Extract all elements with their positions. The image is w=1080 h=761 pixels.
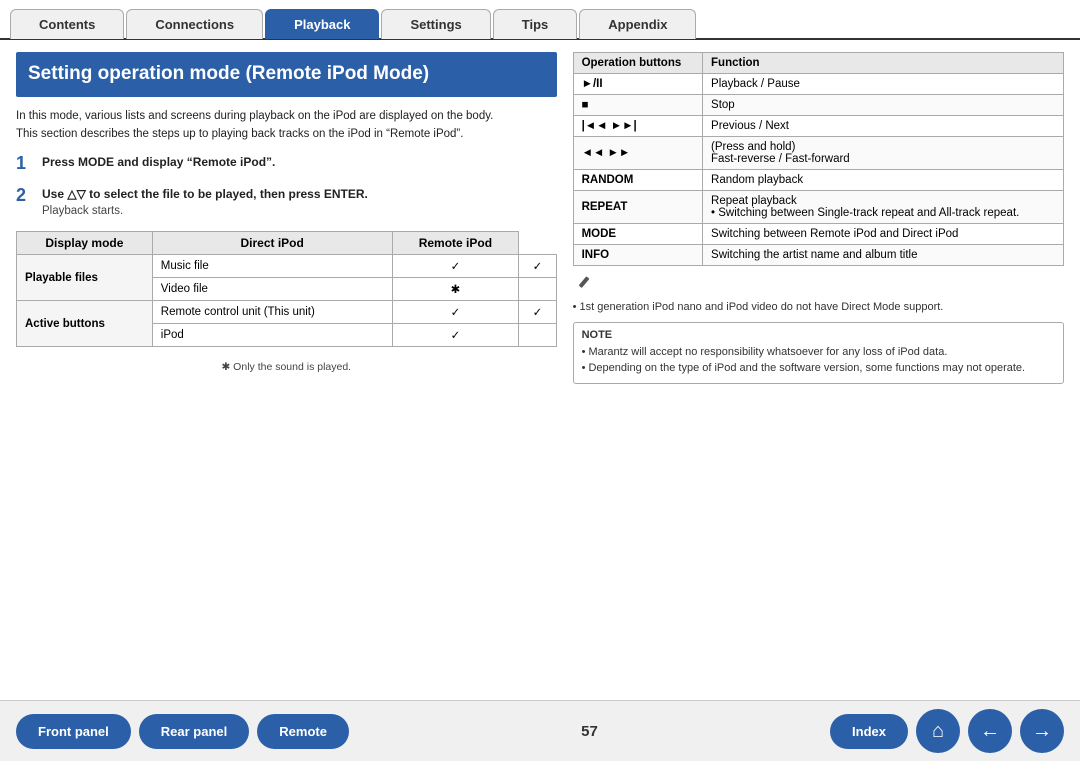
left-column: Setting operation mode (Remote iPod Mode… [16, 52, 557, 688]
main-content: Setting operation mode (Remote iPod Mode… [0, 40, 1080, 700]
op-button-cell: MODE [573, 224, 702, 245]
op-table-row: RANDOMRandom playback [573, 170, 1063, 191]
step-1: 1 Press MODE and display “Remote iPod”. [16, 153, 557, 175]
op-button-cell: ■ [573, 95, 702, 116]
col-direct-ipod: Direct iPod [152, 232, 392, 255]
step-1-text: Press MODE and display “Remote iPod”. [42, 153, 275, 171]
section-label: Active buttons [17, 301, 153, 347]
op-table-row: |◄◄ ►►|Previous / Next [573, 116, 1063, 137]
direct-check: ✓ [392, 301, 519, 324]
description-line-2: This section describes the steps up to p… [16, 125, 557, 143]
home-icon: ⌂ [932, 720, 944, 743]
op-function-cell: Stop [703, 95, 1064, 116]
op-col-function: Function [703, 53, 1064, 74]
step-2-text: Use △▽ to select the file to be played, … [42, 185, 368, 203]
remote-button[interactable]: Remote [257, 714, 349, 749]
direct-check: ✓ [392, 324, 519, 347]
remote-check [519, 324, 556, 347]
direct-check: ✱ [392, 278, 519, 301]
op-table-row: ■Stop [573, 95, 1063, 116]
note-pencil-icon [573, 274, 1064, 295]
op-button-cell: ►/II [573, 74, 702, 95]
bottom-navigation: Front panel Rear panel Remote 57 Index ⌂… [0, 700, 1080, 761]
note-box-line-1: • Marantz will accept no responsibility … [582, 344, 1055, 361]
tab-connections[interactable]: Connections [126, 9, 263, 39]
op-function-cell: Previous / Next [703, 116, 1064, 137]
description-block: In this mode, various lists and screens … [16, 107, 557, 144]
home-button[interactable]: ⌂ [916, 709, 960, 753]
note-box-label: NOTE [582, 329, 1055, 341]
step-2: 2 Use △▽ to select the file to be played… [16, 185, 557, 217]
step-2-subtext: Playback starts. [42, 205, 368, 217]
display-mode-table: Display mode Direct iPod Remote iPod Pla… [16, 231, 557, 347]
op-table-row: REPEATRepeat playback • Switching betwee… [573, 191, 1063, 224]
operation-table: Operation buttons Function ►/IIPlayback … [573, 52, 1064, 266]
col-remote-ipod: Remote iPod [392, 232, 519, 255]
back-icon: ← [980, 720, 1000, 743]
step-1-number: 1 [16, 153, 34, 175]
forward-icon: → [1032, 720, 1052, 743]
op-button-cell: INFO [573, 245, 702, 266]
op-button-cell: ◄◄ ►► [573, 137, 702, 170]
row-label: Music file [152, 255, 392, 278]
tab-settings[interactable]: Settings [381, 9, 490, 39]
op-button-cell: RANDOM [573, 170, 702, 191]
direct-check: ✓ [392, 255, 519, 278]
note-box: NOTE • Marantz will accept no responsibi… [573, 322, 1064, 384]
op-col-buttons: Operation buttons [573, 53, 702, 74]
page-title: Setting operation mode (Remote iPod Mode… [16, 52, 557, 97]
note-box-line-2: • Depending on the type of iPod and the … [582, 360, 1055, 377]
note-text-1: • 1st generation iPod nano and iPod vide… [573, 299, 1064, 316]
step-2-number: 2 [16, 185, 34, 207]
row-label: Video file [152, 278, 392, 301]
rear-panel-button[interactable]: Rear panel [139, 714, 249, 749]
op-table-row: ►/IIPlayback / Pause [573, 74, 1063, 95]
col-display-mode: Display mode [17, 232, 153, 255]
op-function-cell: Repeat playback • Switching between Sing… [703, 191, 1064, 224]
table-row: Playable filesMusic file✓✓ [17, 255, 557, 278]
back-button[interactable]: ← [968, 709, 1012, 753]
tab-playback[interactable]: Playback [265, 9, 379, 39]
tab-appendix[interactable]: Appendix [579, 9, 696, 39]
op-table-row: INFOSwitching the artist name and album … [573, 245, 1063, 266]
table-row: Active buttonsRemote control unit (This … [17, 301, 557, 324]
tab-contents[interactable]: Contents [10, 9, 124, 39]
page-number: 57 [357, 723, 822, 740]
remote-check: ✓ [519, 255, 556, 278]
section-label: Playable files [17, 255, 153, 301]
forward-button[interactable]: → [1020, 709, 1064, 753]
row-label: Remote control unit (This unit) [152, 301, 392, 324]
op-button-cell: |◄◄ ►►| [573, 116, 702, 137]
op-function-cell: Playback / Pause [703, 74, 1064, 95]
op-table-row: MODESwitching between Remote iPod and Di… [573, 224, 1063, 245]
description-line-1: In this mode, various lists and screens … [16, 107, 557, 125]
op-function-cell: (Press and hold) Fast-reverse / Fast-for… [703, 137, 1064, 170]
row-label: iPod [152, 324, 392, 347]
table-footnote: ✱ Only the sound is played. [16, 361, 557, 373]
right-column: Operation buttons Function ►/IIPlayback … [573, 52, 1064, 688]
remote-check: ✓ [519, 301, 556, 324]
index-button[interactable]: Index [830, 714, 908, 749]
op-function-cell: Switching the artist name and album titl… [703, 245, 1064, 266]
front-panel-button[interactable]: Front panel [16, 714, 131, 749]
remote-check [519, 278, 556, 301]
op-function-cell: Switching between Remote iPod and Direct… [703, 224, 1064, 245]
tab-tips[interactable]: Tips [493, 9, 578, 39]
op-function-cell: Random playback [703, 170, 1064, 191]
op-button-cell: REPEAT [573, 191, 702, 224]
op-table-row: ◄◄ ►►(Press and hold) Fast-reverse / Fas… [573, 137, 1063, 170]
top-navigation: Contents Connections Playback Settings T… [0, 0, 1080, 40]
step-2-content: Use △▽ to select the file to be played, … [42, 185, 368, 217]
